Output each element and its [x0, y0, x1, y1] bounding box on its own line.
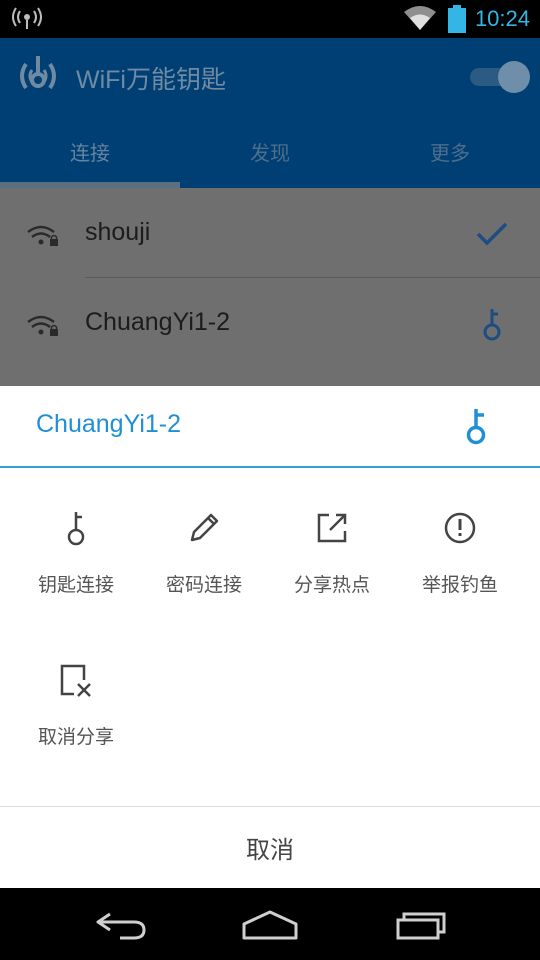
- sheet-title: ChuangYi1-2: [36, 410, 182, 438]
- check-icon: [476, 222, 508, 246]
- tab-connect[interactable]: 连接: [0, 114, 180, 188]
- wifi-list-item[interactable]: ChuangYi1-2: [0, 278, 540, 368]
- wifi-signal-icon: [403, 6, 436, 30]
- wifi-ssid: ChuangYi1-2: [85, 308, 231, 336]
- action-sheet: ChuangYi1-2 钥匙连接 密码连接 分享热点 举报钓鱼 取消分享 取消: [0, 386, 540, 888]
- wifi-ssid: shouji: [85, 218, 151, 246]
- status-bar: 10:24: [0, 0, 540, 38]
- app-title: WiFi万能钥匙: [76, 66, 226, 94]
- recent-apps-icon[interactable]: [392, 906, 452, 942]
- wifi-lock-icon: [27, 225, 58, 246]
- cancel-share-button[interactable]: 取消分享: [1, 660, 151, 780]
- back-icon[interactable]: [90, 906, 150, 942]
- share-icon: [317, 513, 347, 543]
- wifi-toggle[interactable]: [470, 60, 530, 93]
- key-icon: [67, 512, 85, 546]
- battery-icon: [447, 5, 466, 33]
- tab-discover[interactable]: 发现: [180, 114, 360, 188]
- action-label: 举报钓鱼: [421, 575, 498, 596]
- key-icon[interactable]: [474, 306, 510, 342]
- toggle-thumb: [498, 61, 530, 93]
- wifi-hotspot-icon: [12, 7, 42, 29]
- pencil-icon: [190, 513, 219, 542]
- action-label: 取消分享: [37, 727, 114, 748]
- clock: 10:24: [474, 6, 530, 31]
- navigation-bar: [0, 888, 540, 960]
- tab-bar: 连接 发现 更多: [0, 114, 540, 188]
- key-icon: [466, 409, 486, 445]
- wifi-lock-icon: [27, 315, 58, 336]
- unshare-icon: [60, 664, 91, 697]
- wifi-list-item[interactable]: shouji: [0, 188, 540, 278]
- app-title-row: WiFi万能钥匙: [0, 38, 540, 114]
- report-phishing-button[interactable]: 举报钓鱼: [385, 508, 535, 628]
- app-bar: WiFi万能钥匙 连接 发现 更多: [0, 38, 540, 188]
- wifi-list: shouji ChuangYi1-2: [0, 188, 540, 386]
- home-icon[interactable]: [240, 906, 300, 942]
- app-logo-icon: [20, 56, 56, 90]
- alert-icon: [444, 512, 476, 544]
- cancel-button[interactable]: 取消: [0, 807, 540, 888]
- tab-more[interactable]: 更多: [360, 114, 540, 188]
- sheet-header: ChuangYi1-2: [0, 386, 540, 468]
